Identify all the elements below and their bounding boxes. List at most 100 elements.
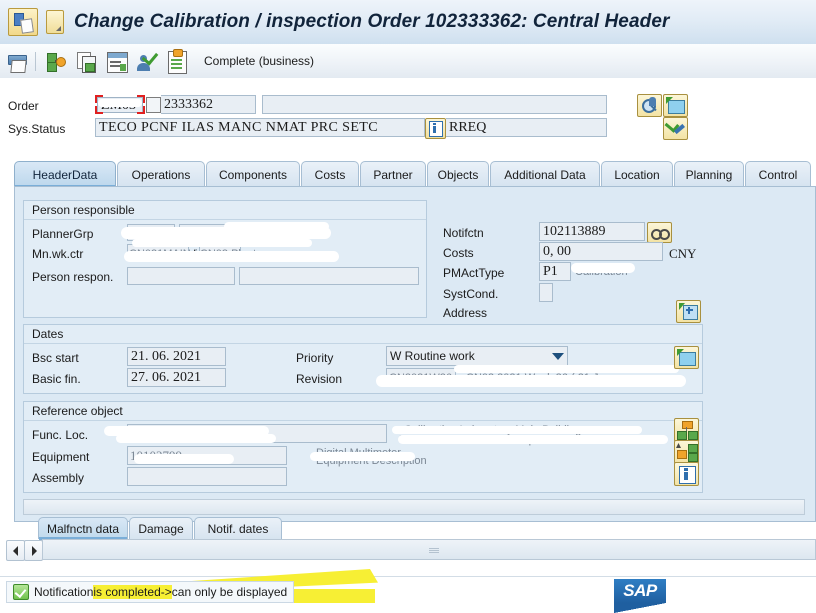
application-toolbar: Complete (business): [0, 44, 816, 79]
structure-up-icon[interactable]: [674, 440, 699, 464]
redaction-stroke: [310, 452, 415, 461]
headerdata-tab-panel: Person responsible PlannerGrp 01 PLANT G…: [14, 186, 816, 522]
status-message: Notification is completed -> can only be…: [6, 581, 295, 603]
panel-scrollbar[interactable]: [23, 499, 805, 515]
tab-partner[interactable]: Partner: [360, 161, 426, 187]
sap-gui-window: Change Calibration / inspection Order 10…: [0, 0, 816, 613]
pmacttype-label: PMActType: [443, 266, 505, 280]
arrow-left-icon[interactable]: [6, 540, 25, 561]
tab-objects[interactable]: Objects: [427, 161, 489, 187]
group-divider: [24, 343, 702, 344]
dates-title: Dates: [32, 327, 64, 341]
focus-corner-bl: [95, 106, 103, 114]
order-type-field-wrapper[interactable]: ZM03: [95, 95, 145, 114]
revision-label: Revision: [296, 372, 343, 386]
success-check-icon: [13, 584, 29, 600]
basic-fin-label: Basic fin.: [32, 372, 81, 386]
notifctn-input[interactable]: 102113889: [539, 222, 645, 241]
toolbar-separator: [35, 51, 36, 71]
redaction-stroke: [116, 434, 276, 443]
status-text-highlight1: is completed: [93, 585, 161, 599]
assembly-label: Assembly: [32, 471, 85, 485]
redaction-stroke: [571, 263, 635, 273]
systcond-label: SystCond.: [443, 287, 499, 301]
copy-icon[interactable]: [73, 48, 100, 75]
systcond-input[interactable]: [539, 283, 553, 302]
basic-fin-input[interactable]: 27. 06. 2021: [127, 368, 226, 387]
scrollbar-grip: [429, 548, 439, 553]
tab-headerdata[interactable]: HeaderData: [14, 161, 116, 188]
tab-planning[interactable]: Planning: [674, 161, 744, 187]
costs-currency-label: CNY: [669, 246, 697, 261]
redaction-stroke: [392, 426, 642, 434]
list-display-icon[interactable]: [103, 48, 130, 75]
chevron-down-icon[interactable]: [552, 353, 564, 360]
sys-status-input[interactable]: TECO PCNF ILAS MANC NMAT PRC SETC: [95, 118, 425, 137]
sys-status-extra-input[interactable]: RREQ: [446, 118, 607, 137]
assembly-input[interactable]: [127, 467, 287, 486]
check-person-icon[interactable]: [133, 47, 160, 75]
tab-location[interactable]: Location: [601, 161, 673, 187]
structure-list-icon[interactable]: [674, 418, 699, 442]
tab-operations[interactable]: Operations: [117, 161, 205, 187]
costs-input[interactable]: 0, 00: [539, 242, 663, 261]
order-description-input[interactable]: [262, 95, 607, 114]
bottom-tab-malfnctn-data[interactable]: Malfnctn data: [38, 517, 128, 540]
info-icon[interactable]: [674, 462, 699, 486]
redaction-stroke: [398, 435, 668, 444]
group-divider: [24, 219, 426, 220]
tab-costs[interactable]: Costs: [301, 161, 359, 187]
redaction-stroke: [454, 365, 679, 373]
redaction-stroke: [98, 99, 142, 107]
network-graphic-icon[interactable]: [43, 48, 70, 75]
order-type-matchcode-icon[interactable]: [146, 97, 161, 113]
sap-logo: SAP: [614, 579, 666, 613]
order-label: Order: [8, 99, 39, 113]
focus-corner-br: [137, 106, 145, 114]
costs-label: Costs: [443, 246, 474, 260]
tab-control[interactable]: Control: [745, 161, 811, 187]
horizontal-scrollbar[interactable]: [42, 539, 816, 560]
display-object-icon[interactable]: [663, 94, 688, 117]
page-title: Change Calibration / inspection Order 10…: [74, 11, 670, 32]
address-label: Address: [443, 306, 488, 320]
main-tab-strip: HeaderData Operations Components Costs P…: [14, 161, 816, 188]
address-detail-icon[interactable]: [676, 300, 701, 323]
clipboard-icon[interactable]: [163, 48, 190, 75]
highlight-annotation: [280, 589, 375, 603]
status-text-part3: can only be displayed: [171, 585, 288, 599]
print-icon[interactable]: [3, 48, 30, 75]
bsc-start-label: Bsc start: [32, 351, 79, 365]
person-respon-text-input[interactable]: [239, 267, 419, 285]
bottom-tab-damage[interactable]: Damage: [129, 517, 193, 539]
sap-system-icon: [8, 8, 38, 36]
link-notification-icon[interactable]: [647, 222, 672, 243]
check-edit-icon[interactable]: [663, 117, 688, 140]
status-text-part1: Notification: [34, 585, 94, 599]
calendar-icon[interactable]: [674, 346, 699, 369]
pmacttype-input[interactable]: P1: [539, 262, 571, 281]
redaction-stroke: [224, 222, 329, 231]
person-respon-input[interactable]: [127, 267, 235, 285]
bottom-tab-notif-dates[interactable]: Notif. dates: [194, 517, 282, 539]
priority-dropdown[interactable]: W Routine work: [386, 346, 568, 366]
person-respon-label: Person respon.: [32, 270, 114, 284]
tab-components[interactable]: Components: [206, 161, 300, 187]
menu-dropdown-icon[interactable]: [46, 10, 64, 34]
status-text-highlight2: ->: [160, 585, 172, 599]
order-number-input[interactable]: 2333362: [161, 95, 256, 114]
reference-object-title: Reference object: [32, 404, 123, 418]
dates-group: Dates Bsc start 21. 06. 2021 Basic fin. …: [23, 324, 703, 394]
person-responsible-title: Person responsible: [32, 203, 135, 217]
notification-block: Notifctn 102113889 Costs 0, 00 CNY PMAct…: [435, 200, 809, 323]
bsc-start-input[interactable]: 21. 06. 2021: [127, 347, 226, 366]
person-responsible-group: Person responsible PlannerGrp 01 PLANT G…: [23, 200, 427, 318]
redaction-stroke: [134, 454, 234, 464]
search-order-icon[interactable]: [637, 94, 662, 117]
reference-object-group: Reference object Func. Loc. CN03-MAIN-LA…: [23, 401, 703, 493]
redaction-stroke: [132, 239, 312, 247]
info-icon[interactable]: [425, 118, 446, 139]
notifctn-label: Notifctn: [443, 226, 484, 240]
tab-additional-data[interactable]: Additional Data: [490, 161, 600, 187]
arrow-right-icon[interactable]: [24, 540, 43, 561]
